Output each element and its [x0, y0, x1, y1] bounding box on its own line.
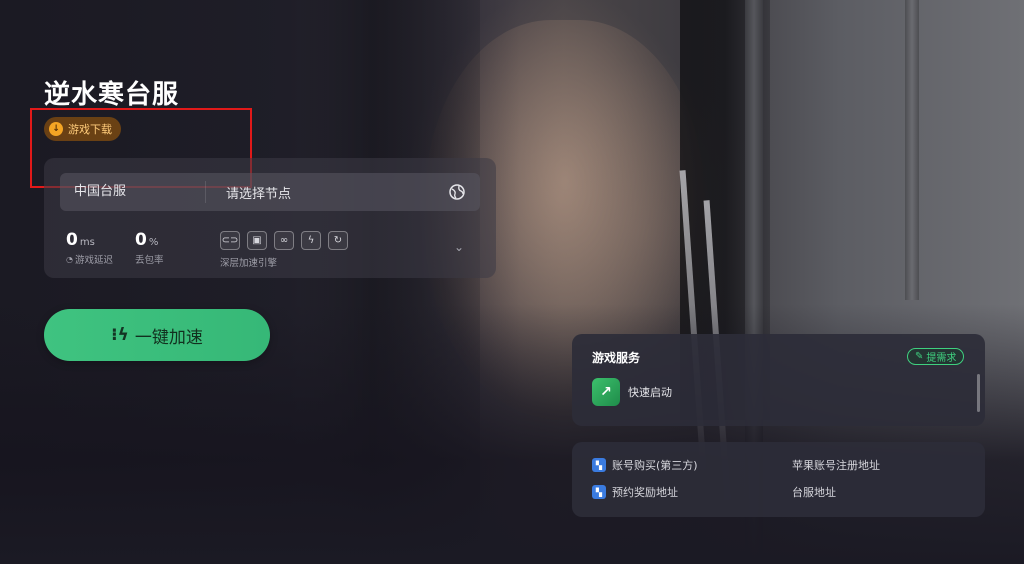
node-select[interactable]: 请选择节点	[206, 183, 448, 202]
engine-label: 深层加速引擎	[220, 258, 278, 269]
signal-icon: ◔	[66, 254, 73, 264]
packet-loss-stat: 0% 丢包率	[135, 230, 164, 266]
link-item[interactable]: ▚ 账号购买(第三方)	[592, 457, 698, 473]
pencil-icon: ✎	[915, 351, 924, 362]
link-item[interactable]: ▚ 预约奖励地址	[592, 484, 678, 500]
link-label: 苹果账号注册地址	[792, 459, 880, 472]
quick-launch-label: 快速启动	[628, 386, 672, 399]
link-item[interactable]: 台服地址	[792, 484, 836, 500]
bolt-icon[interactable]: ϟ	[301, 231, 321, 250]
acceleration-engine: ⊂⊃ ▣ ∞ ϟ ↻ 深层加速引擎	[220, 231, 348, 269]
loss-unit: %	[148, 237, 159, 248]
link-label: 账号购买(第三方)	[612, 459, 698, 472]
link-label: 预约奖励地址	[612, 486, 678, 499]
request-label: 提需求	[926, 353, 957, 364]
chevron-down-icon[interactable]: ⌄	[452, 240, 466, 254]
latency-stat: 0 ms ◔ 游戏延迟	[66, 230, 113, 266]
latency-label: 游戏延迟	[74, 255, 113, 266]
game-service-card: 游戏服务 ✎ 提需求 ↗ 快速启动	[572, 334, 985, 426]
links-card: ▚ 账号购买(第三方) 苹果账号注册地址 ▚ 预约奖励地址 台服地址	[572, 442, 985, 517]
screen-icon[interactable]: ▣	[247, 231, 267, 250]
link-item[interactable]: 苹果账号注册地址	[792, 457, 880, 473]
boost-label: 一键加速	[134, 327, 203, 348]
globe-icon[interactable]	[448, 183, 466, 201]
scrollbar[interactable]	[977, 374, 980, 412]
request-button[interactable]: ✎ 提需求	[907, 348, 965, 365]
link-icon[interactable]: ⊂⊃	[220, 231, 240, 250]
link-page-icon: ▚	[592, 485, 606, 499]
quick-launch-item[interactable]: ↗ 快速启动	[592, 378, 672, 406]
refresh-icon[interactable]: ↻	[328, 231, 348, 250]
pillar-decor	[905, 0, 919, 300]
game-title: 逆水寒台服	[44, 80, 180, 110]
loss-value: 0	[135, 230, 147, 250]
boost-icon: ⁝ϟ	[111, 325, 129, 345]
loss-label: 丢包率	[135, 255, 164, 266]
network-stats: 0 ms ◔ 游戏延迟 0% 丢包率	[66, 230, 164, 266]
region-select[interactable]: 中国台服	[60, 181, 206, 203]
latency-unit: ms	[79, 237, 95, 248]
link-label: 台服地址	[792, 486, 836, 499]
one-click-boost-button[interactable]: ⁝ϟ 一键加速	[44, 309, 270, 361]
chain-icon[interactable]: ∞	[274, 231, 294, 250]
service-title: 游戏服务	[592, 351, 641, 365]
server-select-row[interactable]: 中国台服 请选择节点	[60, 173, 480, 211]
link-page-icon: ▚	[592, 458, 606, 472]
latency-value: 0	[66, 230, 78, 250]
quick-launch-icon: ↗	[592, 378, 620, 406]
